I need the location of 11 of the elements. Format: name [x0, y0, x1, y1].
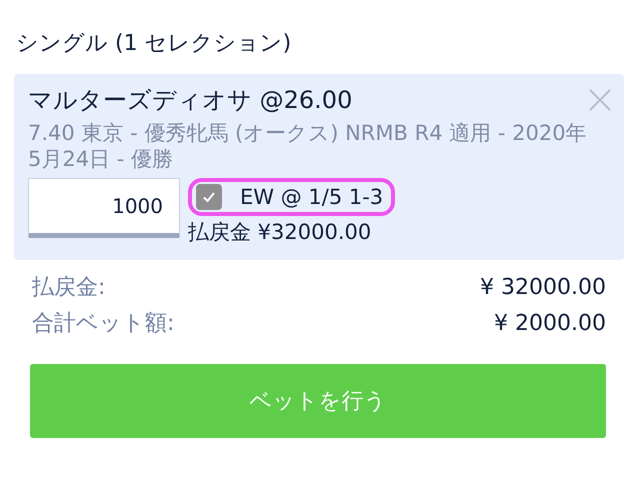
selection-title: マルターズディオサ @26.00	[28, 85, 352, 116]
summary-label: 合計ベット額:	[32, 310, 174, 338]
summary-value: ¥ 32000.00	[480, 274, 606, 302]
each-way-checkbox[interactable]	[196, 184, 222, 210]
section-heading: シングル (1 セレクション)	[15, 30, 292, 58]
returns-text: 払戻金 ¥32000.00	[188, 219, 372, 246]
summary-value: ¥ 2000.00	[494, 310, 606, 338]
each-way-label: EW @ 1/5 1-3	[240, 185, 384, 209]
summary-label: 払戻金:	[32, 274, 106, 302]
stake-input[interactable]: 1000	[28, 178, 180, 238]
selection-detail: 7.40 東京 - 優秀牝馬 (オークス) NRMB R4 適用 - 2020年5月24日 - 優勝	[28, 120, 588, 172]
